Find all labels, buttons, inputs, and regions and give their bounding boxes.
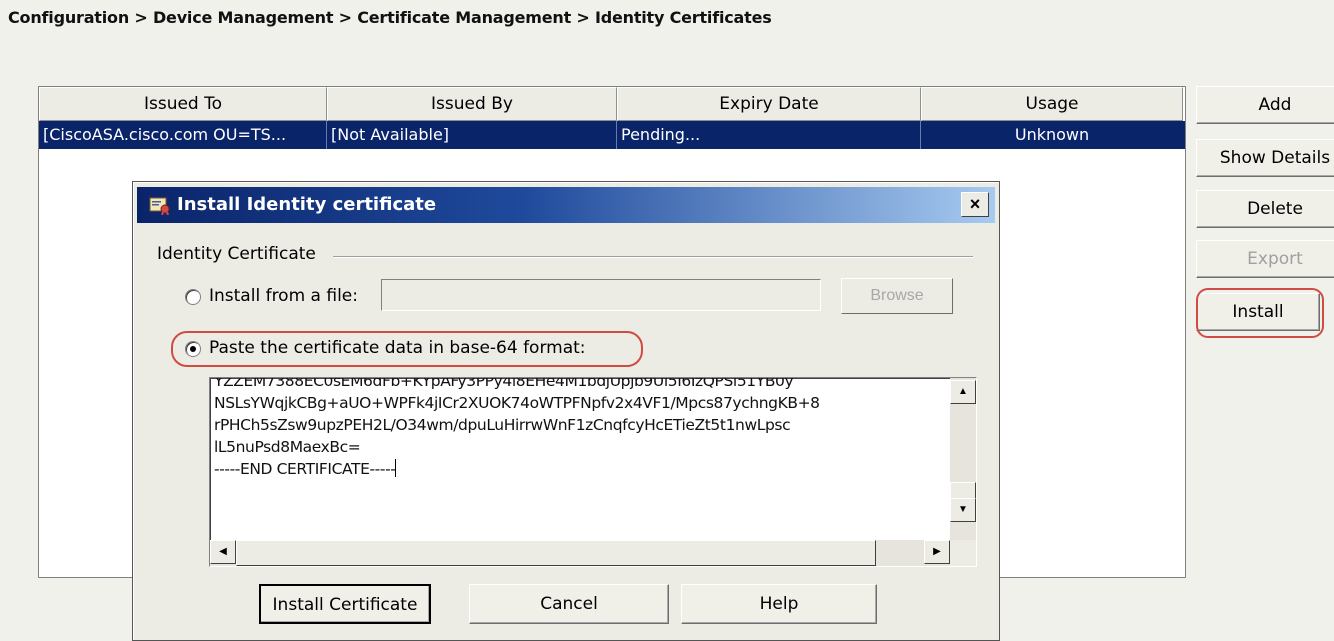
install-from-file-label: Install from a file: — [209, 286, 358, 306]
identity-certificate-group-label: Identity Certificate — [157, 244, 316, 264]
scrollbar-corner — [950, 540, 976, 566]
delete-button[interactable]: Delete — [1196, 190, 1334, 228]
horizontal-scroll-thumb[interactable] — [236, 540, 876, 566]
cert-line-end-text: -----END CERTIFICATE----- — [214, 460, 396, 478]
scroll-right-arrow-icon[interactable]: ▶ — [924, 540, 950, 564]
file-path-input[interactable] — [381, 279, 821, 311]
show-details-button[interactable]: Show Details — [1196, 139, 1334, 177]
horizontal-scrollbar[interactable]: ◀ ▶ — [210, 540, 950, 566]
certificate-icon — [149, 197, 170, 215]
certificate-data-textarea[interactable]: YZZEM7388EC0sEM6dFb+KYpAFy3PPy4l8EHe4M1b… — [209, 377, 977, 567]
group-divider — [333, 256, 973, 258]
scroll-up-arrow-icon[interactable]: ▲ — [950, 380, 976, 404]
cell-issued-to: [CiscoASA.cisco.com OU=TS... — [39, 121, 327, 149]
install-from-file-radio[interactable] — [185, 289, 201, 305]
cell-issued-by: [Not Available] — [327, 121, 617, 149]
column-header-issued-by[interactable]: Issued By — [327, 87, 617, 121]
browse-button[interactable]: Browse — [841, 278, 953, 314]
text-caret — [395, 459, 397, 477]
export-button[interactable]: Export — [1196, 240, 1334, 278]
cell-usage: Unknown — [1014, 125, 1090, 144]
paste-base64-label: Paste the certificate data in base-64 fo… — [209, 338, 586, 358]
scroll-left-arrow-icon[interactable]: ◀ — [210, 540, 236, 564]
cell-expiry-date: Pending... — [617, 121, 921, 149]
certificate-text: YZZEM7388EC0sEM6dFb+KYpAFy3PPy4l8EHe4M1b… — [214, 377, 926, 480]
cert-line: rPHCh5sZsw9upzPEH2L/O34wm/dpuLuHirrwWnF1… — [214, 416, 791, 434]
scroll-down-arrow-icon[interactable]: ▼ — [950, 498, 976, 522]
dialog-titlebar[interactable]: Install Identity certificate × — [137, 187, 995, 223]
cancel-button[interactable]: Cancel — [469, 584, 669, 624]
cert-line: NSLsYWqjkCBg+aUO+WPFk4jICr2XUOK74oWTPFNp… — [214, 394, 820, 412]
table-header: Issued To Issued By Expiry Date Usage — [39, 87, 1185, 121]
table-row[interactable]: [CiscoASA.cisco.com OU=TS... [Not Availa… — [39, 121, 1185, 149]
add-button[interactable]: Add — [1196, 86, 1334, 124]
breadcrumb: Configuration > Device Management > Cert… — [8, 8, 772, 27]
install-certificate-button[interactable]: Install Certificate — [259, 584, 431, 624]
cert-line: lL5nuPsd8MaexBc= — [214, 438, 361, 456]
cert-line-end: -----END CERTIFICATE----- — [214, 458, 926, 480]
paste-base64-radio[interactable] — [185, 341, 201, 357]
vertical-scrollbar[interactable]: ▲ ▼ — [950, 378, 976, 540]
column-header-usage[interactable]: Usage — [921, 87, 1183, 121]
column-header-issued-to[interactable]: Issued To — [39, 87, 327, 121]
cert-line: YZZEM7388EC0sEM6dFb+KYpAFy3PPy4l8EHe4M1b… — [214, 377, 794, 390]
help-button[interactable]: Help — [681, 584, 877, 624]
close-button[interactable]: × — [961, 192, 989, 217]
column-header-expiry-date[interactable]: Expiry Date — [617, 87, 921, 121]
install-identity-certificate-dialog: Install Identity certificate × Identity … — [132, 181, 1000, 641]
install-highlight-ring — [1196, 288, 1324, 338]
dialog-title: Install Identity certificate — [177, 194, 437, 215]
